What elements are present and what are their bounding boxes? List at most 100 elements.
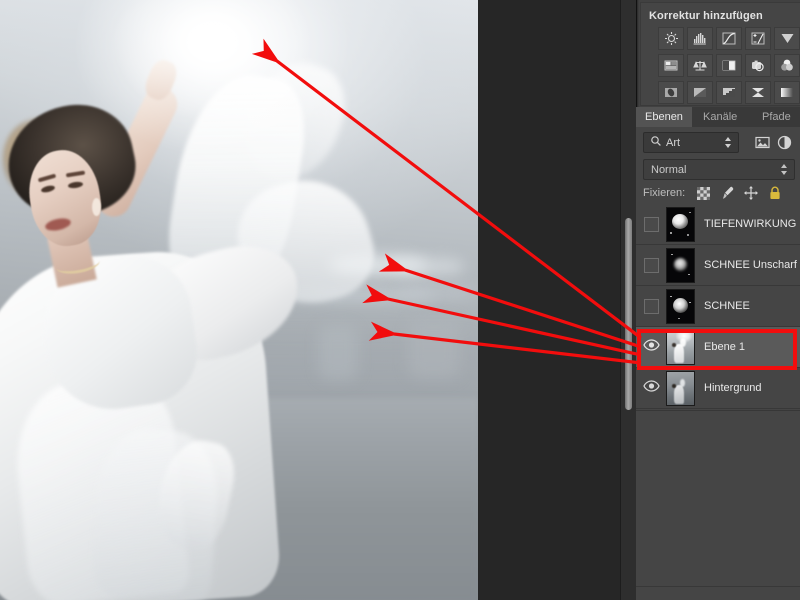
posterize-icon <box>721 85 738 100</box>
thumbnail-content <box>667 289 694 323</box>
layer-thumbnail[interactable] <box>666 370 695 406</box>
brightness-contrast-icon <box>663 31 680 46</box>
panel-tab-bar: Ebenen Kanäle Pfade <box>636 107 800 128</box>
lock-image-icon[interactable] <box>719 185 735 201</box>
eye-icon <box>642 379 660 397</box>
tab-ebenen[interactable]: Ebenen <box>636 107 692 127</box>
layer-kind-dropdown[interactable]: Art <box>643 132 739 153</box>
layer-filter-bar: Art <box>636 127 800 157</box>
gradient-map-icon <box>779 85 796 100</box>
document-image[interactable] <box>0 0 478 600</box>
vibrance-icon <box>779 31 796 46</box>
thumbnail-content <box>667 330 694 364</box>
eye-off-icon <box>643 257 659 273</box>
tab-kanaele-label: Kanäle <box>703 111 738 123</box>
adjustment-layer-filter-icon[interactable] <box>776 134 792 150</box>
blend-mode-dropdown[interactable]: Normal <box>643 159 795 180</box>
panel-divider <box>636 586 800 587</box>
lock-transparency-icon[interactable] <box>695 185 711 201</box>
layer-row-ebene-1[interactable]: Ebene 1 <box>636 327 800 368</box>
background-detail <box>392 258 464 275</box>
layer-row-hintergrund[interactable]: Hintergrund <box>636 368 800 409</box>
invert-button[interactable] <box>687 81 713 104</box>
layer-name[interactable]: SCHNEE <box>704 300 750 312</box>
layer-name[interactable]: Ebene 1 <box>704 341 745 353</box>
adjustment-row-2 <box>641 54 800 77</box>
photoshop-window: Korrektur hinzufügen Ebenen Kanäle Pfade… <box>0 0 800 600</box>
canvas-background <box>478 0 620 600</box>
layer-visibility-toggle[interactable] <box>636 286 666 326</box>
panel-empty-area <box>636 410 800 600</box>
exposure-icon <box>750 31 767 46</box>
adjustments-panel: Korrektur hinzufügen <box>640 2 800 106</box>
color-balance-icon <box>692 58 709 73</box>
stepper-arrows-icon[interactable] <box>724 136 732 154</box>
search-icon <box>650 134 662 152</box>
thumbnail-content <box>667 248 694 282</box>
photo-filter-icon <box>750 58 767 73</box>
canvas-area[interactable] <box>0 0 620 600</box>
adjustment-buttons <box>641 27 800 108</box>
hue-saturation-button[interactable] <box>658 54 684 77</box>
curves-icon <box>721 31 738 46</box>
color-balance-button[interactable] <box>687 54 713 77</box>
levels-icon <box>692 31 709 46</box>
layer-row-schnee[interactable]: SCHNEE <box>636 286 800 327</box>
thumbnail-content <box>667 207 694 241</box>
tab-pfade[interactable]: Pfade <box>753 107 800 127</box>
posterize-button[interactable] <box>716 81 742 104</box>
color-lookup-button[interactable] <box>658 81 684 104</box>
layer-visibility-toggle[interactable] <box>636 327 666 367</box>
curves-button[interactable] <box>716 27 742 50</box>
tab-kanaele[interactable]: Kanäle <box>694 107 746 127</box>
stepper-arrows-icon[interactable] <box>780 163 788 181</box>
pixel-layer-filter-icon[interactable] <box>754 134 770 150</box>
lock-bar: Fixieren: <box>636 182 800 205</box>
color-lookup-icon <box>663 85 680 100</box>
exposure-button[interactable] <box>745 27 771 50</box>
layer-thumbnail[interactable] <box>666 288 695 324</box>
channel-mixer-button[interactable] <box>774 54 800 77</box>
gradient-map-button[interactable] <box>774 81 800 104</box>
layer-row-tiefenwirkung[interactable]: TIEFENWIRKUNG <box>636 204 800 245</box>
layer-thumbnail[interactable] <box>666 329 695 365</box>
blend-mode-value: Normal <box>651 163 687 176</box>
layer-name[interactable]: SCHNEE Unscharf <box>704 259 797 271</box>
vertical-scrollbar-thumb[interactable] <box>625 218 632 410</box>
lock-label: Fixieren: <box>643 187 686 199</box>
levels-button[interactable] <box>687 27 713 50</box>
threshold-button[interactable] <box>745 81 771 104</box>
threshold-icon <box>750 85 767 100</box>
photo-filter-button[interactable] <box>745 54 771 77</box>
black-white-icon <box>721 58 738 73</box>
background-detail <box>408 318 460 378</box>
layer-visibility-toggle[interactable] <box>636 368 666 408</box>
lock-position-icon[interactable] <box>743 185 759 201</box>
model-earring <box>92 198 101 216</box>
layer-name[interactable]: TIEFENWIRKUNG <box>704 218 796 230</box>
layer-row-schnee-unscharf[interactable]: SCHNEE Unscharf <box>636 245 800 286</box>
eye-icon <box>642 338 660 356</box>
channel-mixer-icon <box>779 58 796 73</box>
adjustment-row-1 <box>641 27 800 50</box>
adjustments-panel-title: Korrektur hinzufügen <box>649 10 763 22</box>
tab-pfade-label: Pfade <box>762 111 791 123</box>
background-detail <box>398 286 478 299</box>
hue-saturation-icon <box>663 58 680 73</box>
layer-kind-value: Art <box>666 136 681 149</box>
layer-name[interactable]: Hintergrund <box>704 382 761 394</box>
black-white-button[interactable] <box>716 54 742 77</box>
lock-all-icon[interactable] <box>767 185 783 201</box>
brightness-contrast-button[interactable] <box>658 27 684 50</box>
layer-thumbnail[interactable] <box>666 247 695 283</box>
layer-visibility-toggle[interactable] <box>636 204 666 244</box>
layers-list[interactable]: TIEFENWIRKUNG SCHNEE Unscharf SCHNEE Ebe… <box>636 204 800 410</box>
eye-off-icon <box>643 298 659 314</box>
background-detail <box>318 325 358 380</box>
blend-mode-bar: Normal <box>636 156 800 182</box>
layer-thumbnail[interactable] <box>666 206 695 242</box>
vibrance-button[interactable] <box>774 27 800 50</box>
invert-icon <box>692 85 709 100</box>
eye-off-icon <box>643 216 659 232</box>
layer-visibility-toggle[interactable] <box>636 245 666 285</box>
